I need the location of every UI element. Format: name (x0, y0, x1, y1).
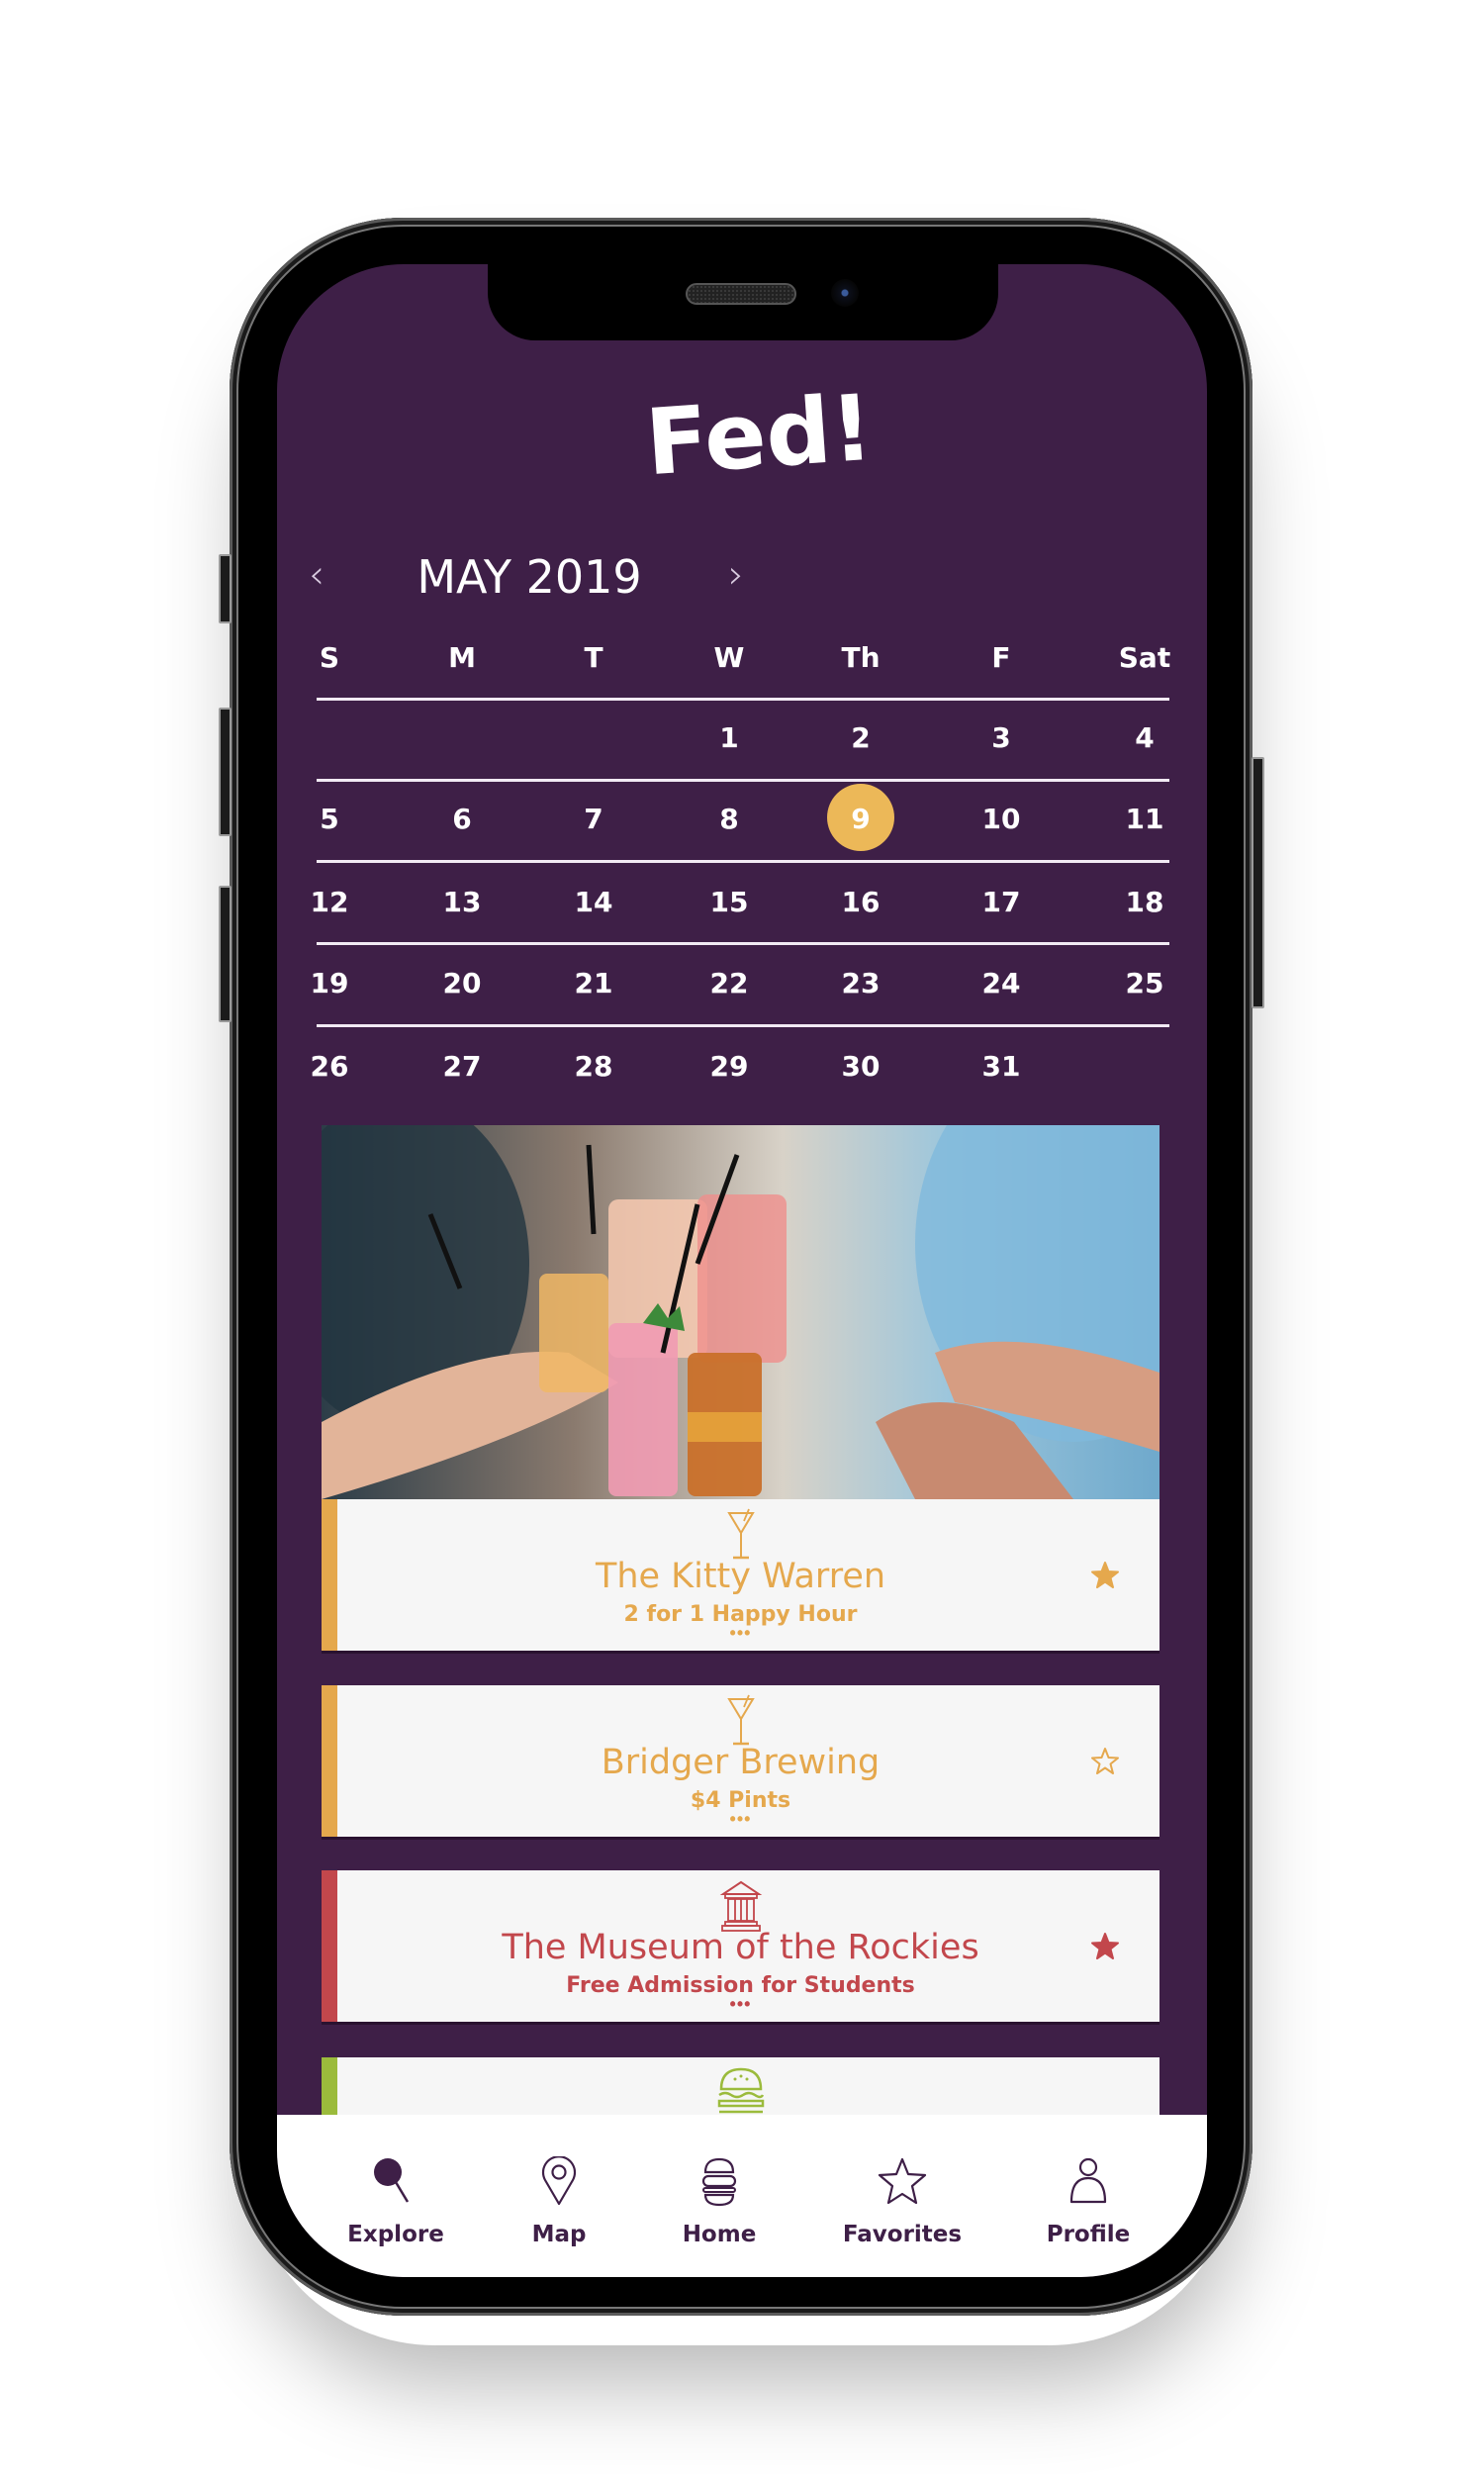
calendar-day[interactable]: 3 (962, 721, 1041, 754)
weekday-label: Sat (1118, 641, 1171, 674)
calendar-day[interactable]: 18 (1105, 886, 1184, 918)
calendar-day[interactable]: 23 (821, 967, 900, 999)
favorite-star-filled-icon[interactable] (1090, 1561, 1120, 1590)
calendar-day[interactable]: 13 (422, 886, 502, 918)
calendar-day[interactable]: 31 (962, 1050, 1041, 1083)
month-title: MAY 2019 (417, 550, 642, 604)
front-camera (831, 279, 859, 307)
user-icon (1069, 2157, 1107, 2204)
calendar-day[interactable]: 30 (821, 1050, 900, 1083)
calendar-day[interactable]: 7 (554, 803, 633, 835)
calendar-day[interactable]: 29 (690, 1050, 769, 1083)
tab-label: Profile (1046, 2222, 1131, 2247)
deal-title: The Kitty Warren (595, 1557, 886, 1596)
tab-label: Explore (347, 2222, 444, 2247)
search-icon (374, 2158, 410, 2203)
deal-title: Bridger Brewing (601, 1743, 881, 1782)
tab-explore[interactable]: Explore (317, 2115, 475, 2277)
toast-photo-illustration (322, 1125, 1159, 1499)
calendar-day[interactable]: 2 (821, 721, 900, 754)
weekday-label: M (448, 641, 476, 674)
deal-card[interactable]: The Museum of the Rockies Free Admission … (322, 1870, 1159, 2022)
deal-card[interactable]: Bridger Brewing $4 Pints ••• (322, 1685, 1159, 1837)
calendar-day[interactable]: 12 (290, 886, 369, 918)
more-dots[interactable]: ••• (322, 1995, 1159, 2013)
favorite-star-filled-icon[interactable] (1090, 1932, 1120, 1961)
tab-favorites[interactable]: Favorites (823, 2115, 981, 2277)
weekday-label: F (991, 641, 1011, 674)
favorite-star-outline-icon[interactable] (1090, 1747, 1120, 1776)
next-month-button[interactable]: › (728, 552, 744, 598)
calendar-day[interactable]: 17 (962, 886, 1041, 918)
calendar-day[interactable]: 16 (821, 886, 900, 918)
tab-profile[interactable]: Profile (1009, 2115, 1167, 2277)
phone-power-button (1252, 757, 1264, 1008)
calendar-day[interactable]: 28 (554, 1050, 633, 1083)
calendar-day[interactable]: 5 (290, 803, 369, 835)
calendar-day[interactable]: 1 (690, 721, 769, 754)
chevron-left-icon: ‹ (309, 552, 325, 598)
calendar-day[interactable]: 20 (422, 967, 502, 999)
calendar-day[interactable]: 19 (290, 967, 369, 999)
prev-month-button[interactable]: ‹ (309, 552, 325, 598)
calendar-day[interactable]: 21 (554, 967, 633, 999)
logo-text: Fed! (642, 375, 876, 485)
phone-mute-switch (219, 554, 232, 623)
calendar-day[interactable]: 25 (1105, 967, 1184, 999)
weekday-label: Th (841, 641, 881, 674)
star-icon (878, 2157, 927, 2205)
deal-card[interactable]: The Kitty Warren 2 for 1 Happy Hour ••• (322, 1499, 1159, 1651)
more-dots[interactable]: ••• (322, 1810, 1159, 1828)
martini-glass-icon (711, 1507, 771, 1563)
tab-label: Favorites (842, 2222, 963, 2247)
calendar-divider (317, 860, 1169, 863)
burger-icon (711, 2065, 771, 2121)
calendar-day[interactable]: 8 (690, 803, 769, 835)
calendar-day[interactable]: 27 (422, 1050, 502, 1083)
martini-glass-icon (711, 1693, 771, 1749)
calendar-day[interactable]: 6 (422, 803, 502, 835)
weekday-label: S (319, 641, 340, 674)
hero-image (322, 1125, 1159, 1499)
calendar-day[interactable]: 14 (554, 886, 633, 918)
tab-label: Map (531, 2222, 587, 2247)
burger-stack-icon (701, 2157, 737, 2207)
calendar-day[interactable]: 4 (1105, 721, 1184, 754)
phone-volume-up-button (219, 708, 232, 836)
calendar-day[interactable]: 10 (962, 803, 1041, 835)
calendar-day[interactable]: 15 (690, 886, 769, 918)
calendar-day[interactable]: 24 (962, 967, 1041, 999)
phone-volume-down-button (219, 886, 232, 1022)
museum-building-icon (711, 1878, 771, 1934)
tab-home[interactable]: Home (640, 2115, 798, 2277)
calendar-day[interactable]: 11 (1105, 803, 1184, 835)
chevron-right-icon: › (728, 552, 744, 598)
calendar-day[interactable]: 22 (690, 967, 769, 999)
weekday-label: T (584, 641, 603, 674)
calendar-divider (317, 942, 1169, 945)
fed-logo: Fed! (642, 375, 876, 485)
calendar-day-selected[interactable]: 9 (821, 784, 900, 851)
map-pin-icon (541, 2156, 577, 2206)
tab-label: Home (682, 2222, 757, 2247)
tab-map[interactable]: Map (480, 2115, 638, 2277)
calendar-divider (317, 1024, 1169, 1027)
speaker-grille (686, 283, 796, 305)
weekday-label: W (713, 641, 745, 674)
calendar-divider (317, 779, 1169, 782)
more-dots[interactable]: ••• (322, 1624, 1159, 1642)
deal-title: The Museum of the Rockies (502, 1928, 979, 1967)
calendar-day[interactable]: 26 (290, 1050, 369, 1083)
bottom-tab-bar: Explore Map Home Favorites Profile (277, 2115, 1207, 2277)
calendar-divider (317, 698, 1169, 701)
